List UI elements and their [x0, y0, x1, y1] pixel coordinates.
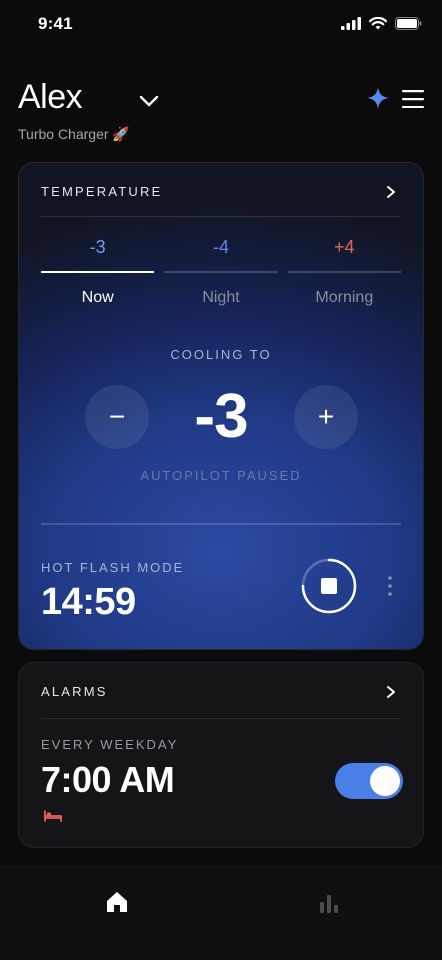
autopilot-status: AUTOPILOT PAUSED — [140, 468, 302, 483]
stats-icon[interactable] — [317, 891, 341, 915]
tab-morning[interactable]: +4 Morning — [287, 233, 401, 313]
toggle-knob — [370, 766, 400, 796]
tab-now[interactable]: -3 Now — [41, 233, 155, 313]
status-time: 9:41 — [38, 14, 73, 33]
increase-temp-button[interactable]: + — [294, 385, 358, 449]
status-icons — [341, 17, 422, 30]
device-name: Turbo Charger 🚀 — [18, 126, 130, 142]
tab-night-indicator — [164, 271, 278, 273]
tab-night-value: -4 — [212, 237, 229, 257]
hot-flash-timer: 14:59 — [41, 581, 136, 623]
wifi-icon — [369, 17, 387, 30]
hot-flash-label: HOT FLASH MODE — [41, 560, 185, 575]
tab-now-value: -3 — [89, 237, 106, 257]
alarm-toggle[interactable] — [335, 763, 403, 799]
tab-night[interactable]: -4 Night — [164, 233, 278, 313]
chevron-right-icon[interactable] — [385, 685, 397, 699]
tab-morning-label: Morning — [315, 289, 374, 306]
temperature-tabs: -3 Now -4 Night +4 Morning — [41, 233, 401, 313]
home-icon[interactable] — [104, 889, 130, 915]
tab-morning-value: +4 — [334, 237, 355, 257]
alarms-title: ALARMS — [41, 684, 108, 699]
stop-icon[interactable] — [301, 558, 357, 614]
tab-night-label: Night — [202, 289, 240, 306]
temperature-title: TEMPERATURE — [41, 184, 163, 199]
user-name: Alex — [18, 78, 83, 116]
tab-morning-indicator — [287, 271, 401, 273]
sparkle-icon[interactable] — [366, 86, 390, 110]
bed-icon — [44, 810, 62, 822]
temperature-card-header[interactable]: TEMPERATURE — [41, 181, 401, 217]
alarm-time[interactable]: 7:00 AM — [41, 759, 175, 801]
alarms-card: ALARMS EVERY WEEKDAY 7:00 AM — [18, 662, 424, 848]
cooling-status-label: COOLING TO — [170, 347, 272, 362]
chevron-down-icon[interactable] — [138, 94, 160, 108]
battery-icon — [395, 17, 422, 30]
current-temperature: -3 — [194, 382, 248, 451]
alarm-schedule: EVERY WEEKDAY — [41, 737, 179, 752]
chevron-right-icon[interactable] — [385, 185, 397, 199]
divider — [41, 523, 401, 525]
signal-icon — [341, 17, 361, 30]
header: Alex Turbo Charger 🚀 — [18, 78, 424, 148]
bottom-nav — [0, 866, 442, 960]
tab-now-label: Now — [81, 289, 114, 306]
tab-now-indicator — [41, 271, 155, 273]
alarms-card-header[interactable]: ALARMS — [41, 681, 401, 719]
status-bar: 9:41 — [0, 0, 442, 50]
kebab-icon[interactable] — [387, 575, 393, 597]
menu-icon[interactable] — [402, 90, 424, 108]
temperature-card: TEMPERATURE -3 Now -4 Night +4 Morning C… — [18, 162, 424, 650]
